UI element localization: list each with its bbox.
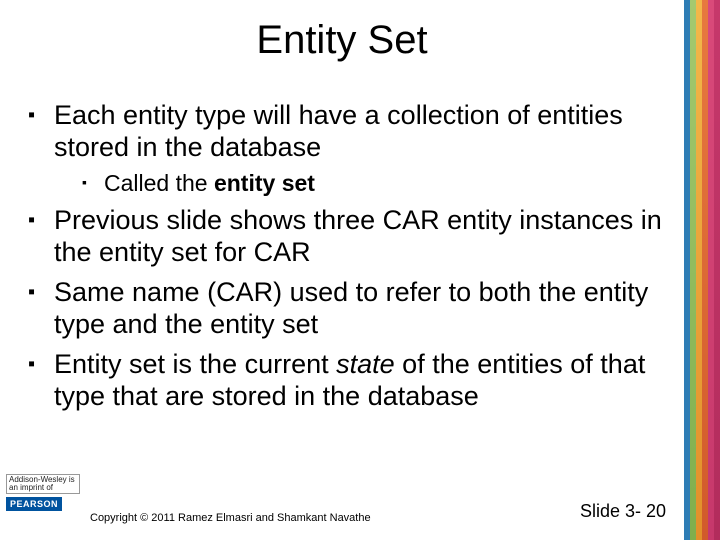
bullet-item: Previous slide shows three CAR entity in…: [28, 205, 688, 269]
bullet-item: Each entity type will have a collection …: [28, 100, 688, 197]
decorative-side-stripes: [684, 0, 720, 540]
bullet-item: Same name (CAR) used to refer to both th…: [28, 277, 688, 341]
slide-number: Slide 3- 20: [580, 501, 666, 522]
bullet-text-italic: state: [336, 349, 395, 379]
bullet-text: Previous slide shows three CAR entity in…: [54, 205, 662, 267]
bullet-text-pre: Entity set is the current: [54, 349, 336, 379]
addison-wesley-label: Addison-Wesley is an imprint of: [6, 474, 80, 494]
bullet-item: Entity set is the current state of the e…: [28, 349, 688, 413]
sub-bullet-text-bold: entity set: [214, 170, 315, 196]
slide-content: Each entity type will have a collection …: [28, 100, 688, 420]
copyright-text: Copyright © 2011 Ramez Elmasri and Shamk…: [90, 512, 371, 524]
pearson-label: PEARSON: [6, 497, 62, 511]
bullet-text: Same name (CAR) used to refer to both th…: [54, 277, 648, 339]
publisher-logo: Addison-Wesley is an imprint of PEARSON: [6, 474, 80, 512]
slide-title: Entity Set: [0, 18, 684, 63]
sub-bullet-text-pre: Called the: [104, 170, 214, 196]
slide: Entity Set Each entity type will have a …: [0, 0, 720, 540]
sub-bullet-item: Called the entity set: [82, 170, 688, 198]
bullet-text: Each entity type will have a collection …: [54, 100, 623, 162]
